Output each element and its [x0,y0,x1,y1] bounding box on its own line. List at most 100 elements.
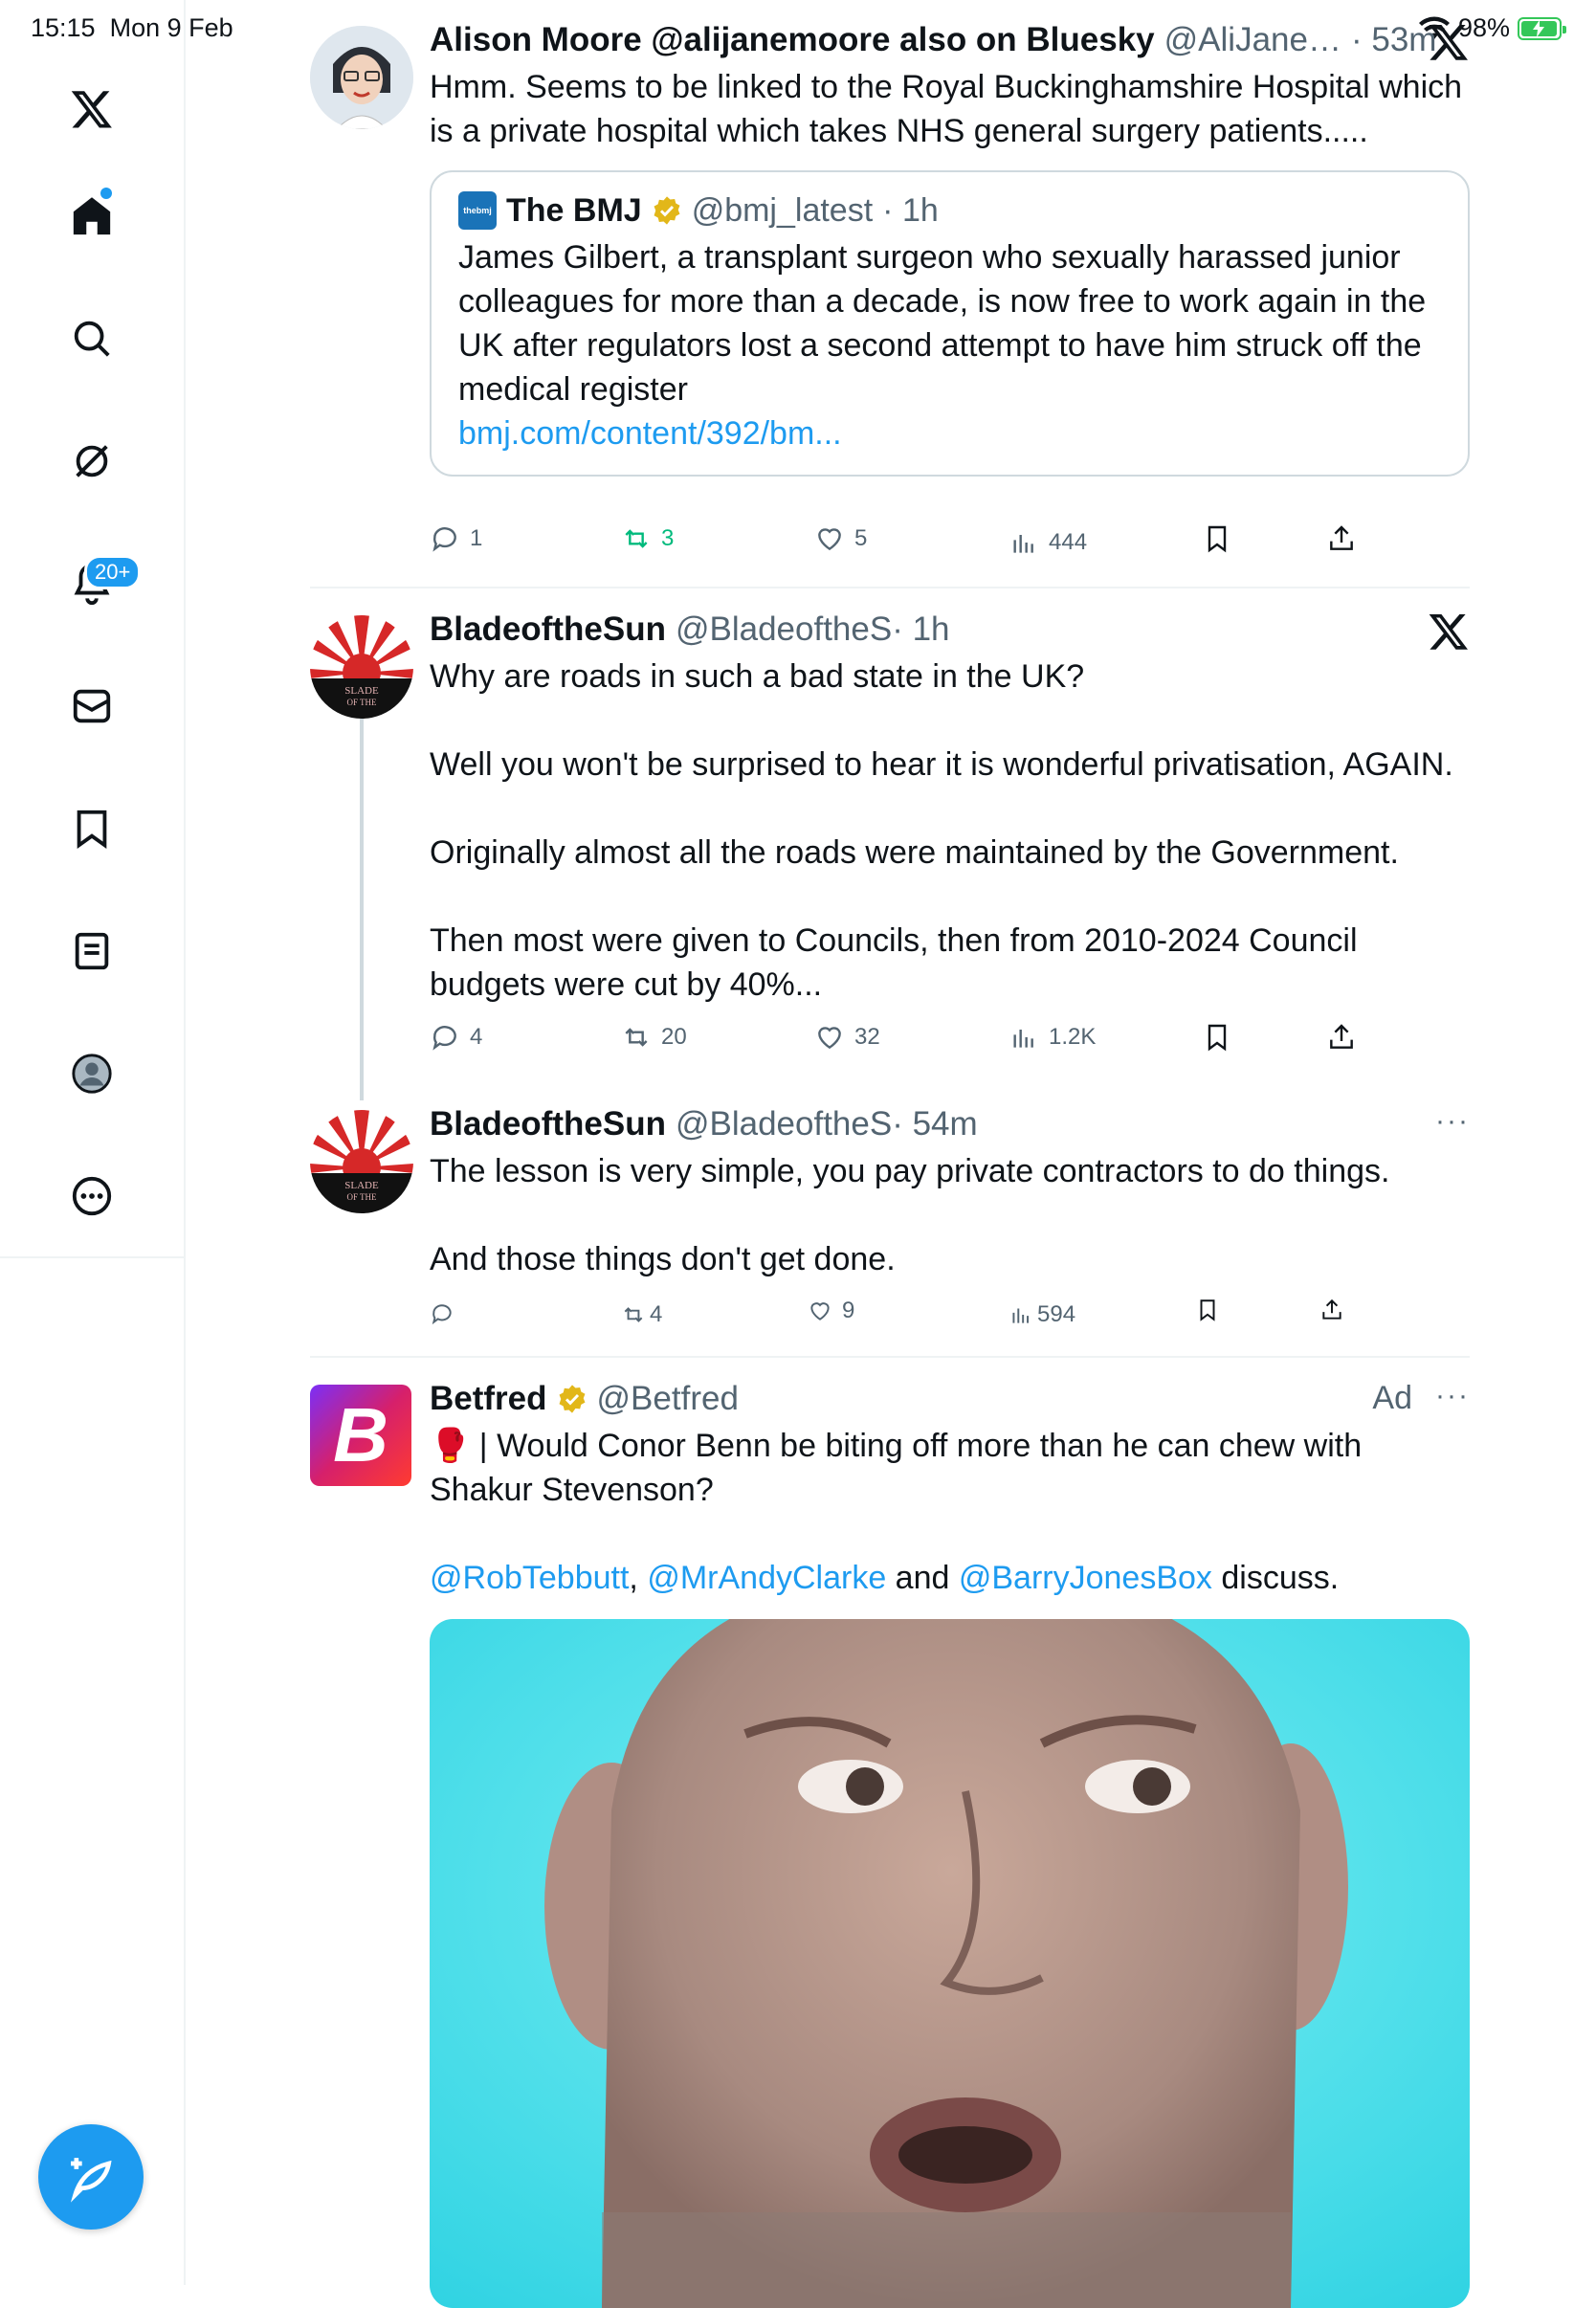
tweet-divider [310,587,1470,588]
tweet-text: Hmm. Seems to be linked to the Royal Buc… [430,69,1463,149]
tweet-paragraph: Originally almost all the roads were mai… [430,834,1399,871]
views-button[interactable]: 444 [1009,527,1087,558]
tweet-author-name[interactable]: Betfred [430,1380,547,1418]
search-icon[interactable] [57,304,126,373]
like-button[interactable]: 9 [808,1298,854,1324]
mention-link[interactable]: @MrAndyClarke [647,1560,886,1596]
tweet-time[interactable]: · 54m [892,1105,977,1143]
grok-icon[interactable] [57,427,126,496]
retweet-button[interactable]: 4 [621,1301,662,1328]
avatar[interactable]: SLADE OF THE [310,1110,413,1213]
retweet-button[interactable]: 20 [621,1022,687,1053]
reply-button[interactable] [430,1301,454,1326]
retweet-button[interactable]: 3 [621,523,674,554]
x-logo-icon[interactable] [1428,21,1470,63]
lists-icon[interactable] [57,917,126,986]
retweet-icon [624,1307,643,1322]
mention-link[interactable]: @BarryJonesBox [959,1560,1212,1596]
more-icon[interactable] [57,1162,126,1231]
tweet-author-handle[interactable]: @Betfred [597,1380,739,1418]
retweet-icon [625,1028,648,1047]
more-options-button[interactable]: ··· [1435,1105,1470,1138]
reply-count: 1 [470,525,483,551]
reply-button[interactable]: 1 [430,523,482,554]
mention-link[interactable]: @RobTebbutt [430,1560,629,1596]
x-logo-icon[interactable] [57,75,126,144]
tweet-media-image[interactable] [430,1619,1470,2308]
tweet-paragraph: Why are roads in such a bad state in the… [430,658,1085,695]
tweet-author-handle[interactable]: @AliJane… [1164,21,1341,59]
quote-author-handle[interactable]: @bmj_latest [692,192,873,230]
share-button[interactable] [1326,523,1357,554]
reply-count: 4 [470,1024,483,1050]
quote-tweet[interactable]: thebmj The BMJ @bmj_latest · 1h James Gi… [430,170,1470,477]
views-button[interactable]: 1.2K [1009,1022,1096,1053]
separator-text: , [629,1560,648,1596]
sidebar-divider [0,1256,184,1258]
reply-icon [432,1026,456,1051]
quote-author-name[interactable]: The BMJ [506,192,642,230]
betfred-logo[interactable]: B [310,1385,411,1486]
tweet-paragraph: And those things don't get done. [430,1241,896,1277]
quote-text: James Gilbert, a transplant surgeon who … [458,239,1427,408]
tweet-author-handle[interactable]: @BladeoftheS [676,1105,892,1143]
views-button[interactable]: 594 [1009,1301,1075,1328]
tweet-time[interactable]: · 1h [892,610,949,649]
notifications-badge: 20+ [84,555,142,589]
bookmark-icon [1200,1299,1215,1321]
quote-link[interactable]: bmj.com/content/392/bm... [458,411,1441,455]
retweet-count: 3 [661,525,675,551]
tweet-author-name[interactable]: BladeoftheSun [430,1105,666,1143]
verified-gold-icon [559,1385,585,1413]
profile-icon[interactable] [57,1039,126,1108]
like-button[interactable]: 32 [814,1022,880,1053]
home-icon[interactable] [57,182,126,251]
avatar-text-1: SLADE [344,685,379,697]
tweet-paragraph: The lesson is very simple, you pay priva… [430,1153,1390,1189]
more-options-button[interactable]: ··· [1435,1380,1470,1412]
views-count: 1.2K [1049,1024,1097,1050]
tweet-author-handle[interactable]: @BladeoftheS [676,610,892,649]
messages-icon[interactable] [57,672,126,741]
x-logo-icon[interactable] [1428,610,1470,653]
tweet-time[interactable]: · 53m [1351,21,1436,59]
share-icon [1330,525,1353,550]
bookmarks-icon[interactable] [57,794,126,863]
tweet-paragraph: 🥊 | Would Conor Benn be biting off more … [430,1424,1470,1512]
share-button[interactable] [1326,1022,1357,1053]
views-icon [1013,535,1033,553]
verified-gold-icon [654,196,680,225]
thread-connector [360,718,364,1100]
quote-time: · 1h [882,191,939,229]
tweet-text: The lesson is very simple, you pay priva… [430,1149,1470,1281]
views-icon [1013,1030,1033,1048]
battery-icon [1518,16,1566,40]
reply-icon [432,1304,452,1325]
share-button[interactable] [1319,1298,1344,1322]
tweet-paragraph: Well you won't be surprised to hear it i… [430,746,1453,783]
tweet-author-name[interactable]: Alison Moore @alijanemoore also on Blues… [430,21,1155,59]
bookmark-icon [1208,1024,1227,1052]
tweet-line: | Would Conor Benn be biting off more th… [430,1428,1363,1508]
avatar[interactable]: SLADE OF THE [310,615,413,719]
tweet-paragraph: Then most were given to Councils, then f… [430,922,1358,1003]
ad-label: Ad [1372,1380,1412,1416]
betfred-logo-letter: B [333,1392,388,1477]
views-count: 594 [1037,1301,1076,1327]
heart-icon [818,1027,841,1050]
bookmark-button[interactable] [1195,1298,1220,1322]
reply-button[interactable]: 4 [430,1022,482,1053]
avatar-text-2: OF THE [346,1192,377,1202]
compose-button[interactable] [38,2124,144,2230]
like-count: 9 [842,1298,855,1323]
tweet-author-name[interactable]: BladeoftheSun [430,610,666,649]
sidebar: 20+ [0,0,186,2285]
like-button[interactable]: 5 [814,523,867,554]
avatar[interactable] [310,26,413,129]
bookmark-button[interactable] [1202,1022,1232,1053]
bookmark-button[interactable] [1202,523,1232,554]
share-icon [1330,1024,1353,1049]
heart-icon [810,1302,830,1320]
share-icon [1322,1298,1341,1320]
retweet-count: 4 [650,1301,663,1327]
